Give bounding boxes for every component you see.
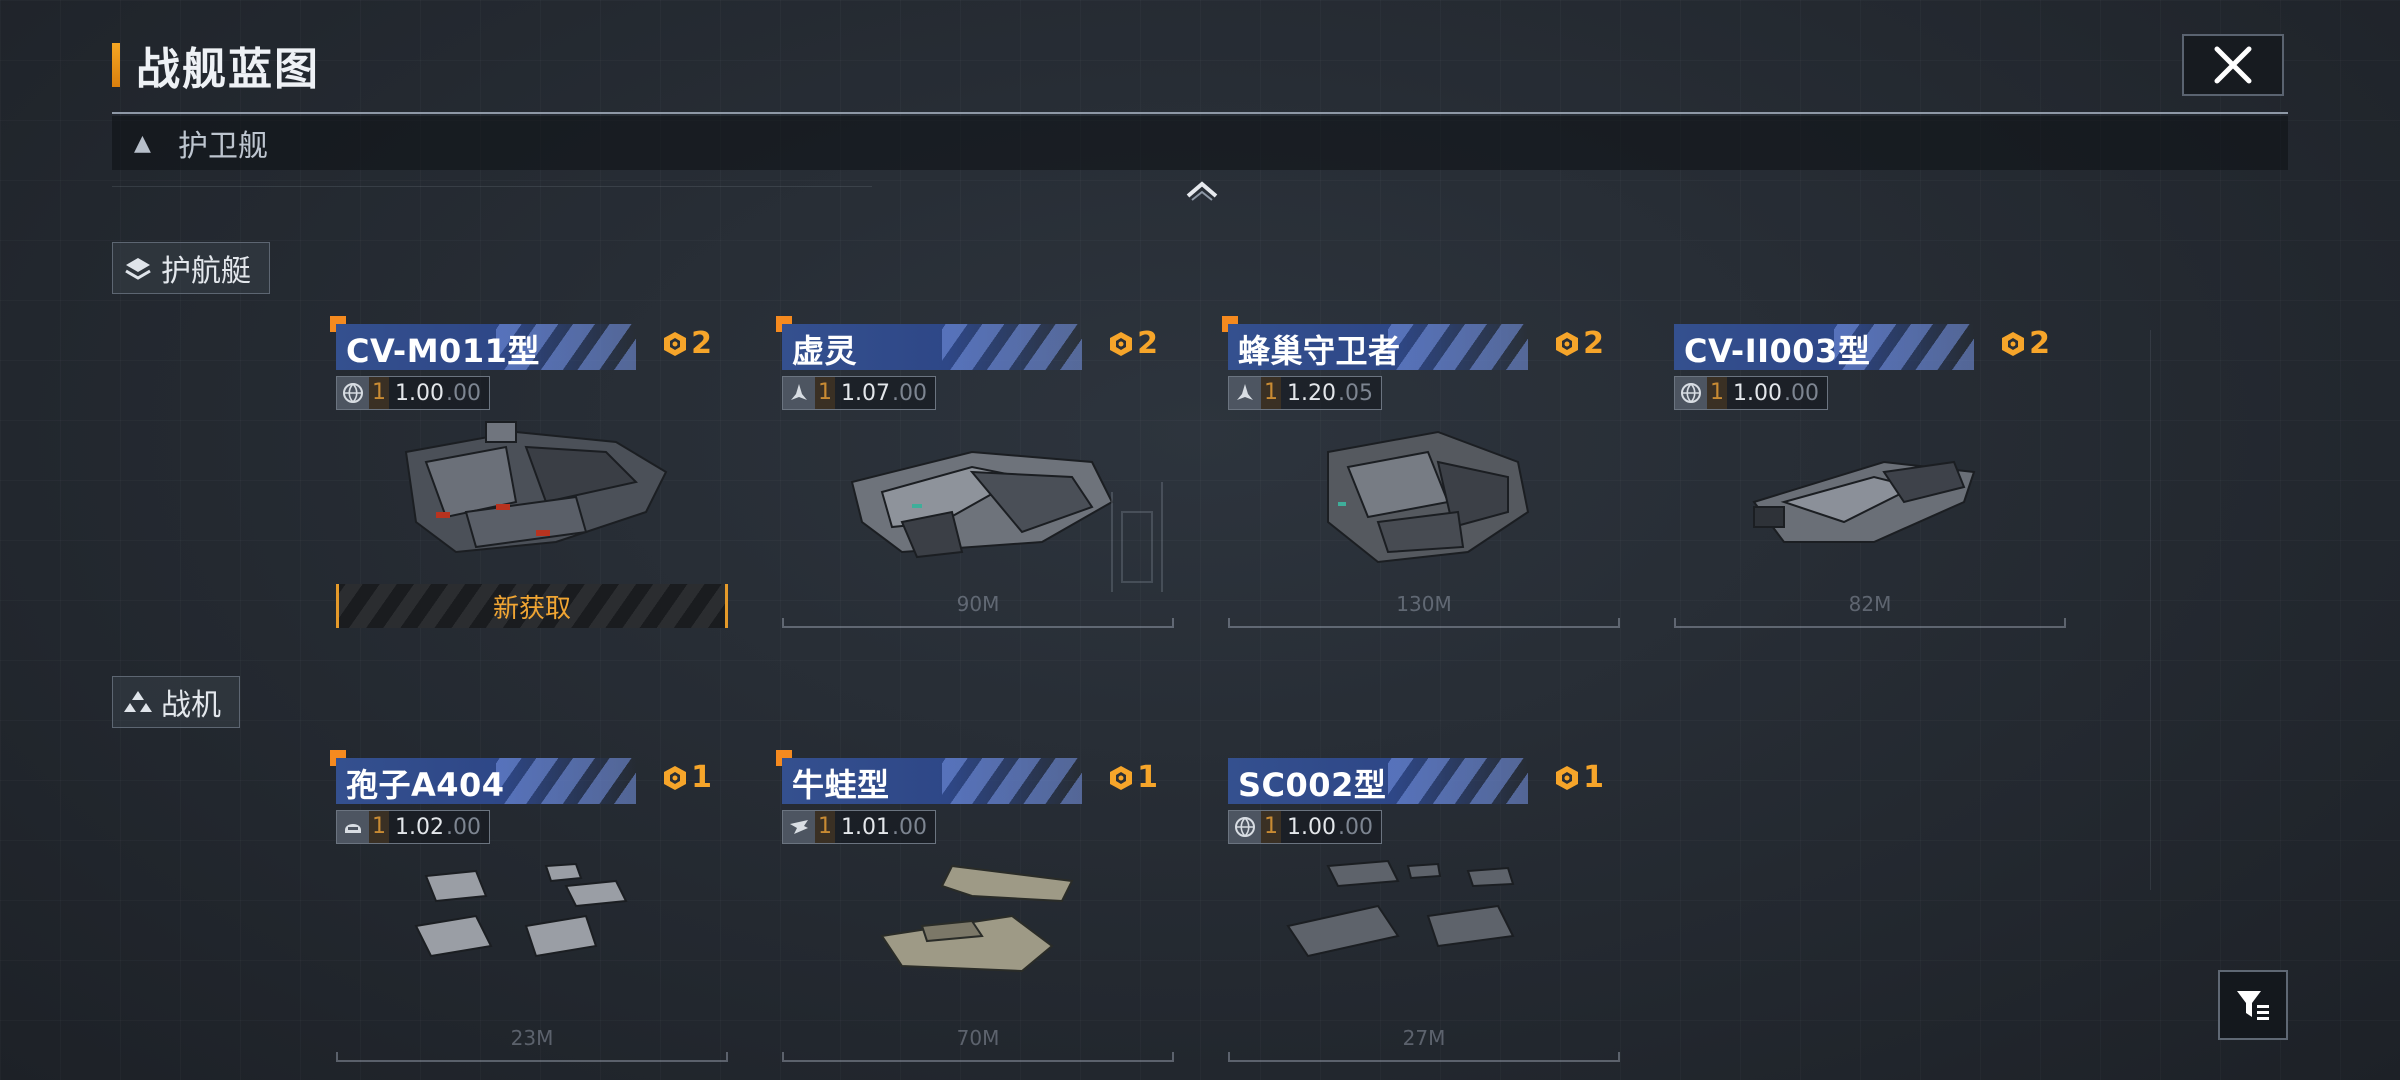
command-cost-icon — [664, 331, 687, 356]
ship-name: CV-M011型 — [346, 332, 540, 370]
cost-badge: 2 — [1107, 326, 1158, 361]
ship-card[interactable]: 牛蛙型 1 1 1.01 .00 70M — [776, 750, 1174, 1062]
ship-length: 90M — [956, 592, 1000, 616]
globe-icon — [1229, 811, 1261, 843]
cost-value: 1 — [691, 760, 712, 795]
squadron-icon — [124, 691, 152, 712]
length-ruler — [1228, 618, 1620, 628]
ship-model-image — [1752, 460, 1976, 543]
page-title: 战舰蓝图 — [136, 44, 320, 95]
ship-name: 孢子A404 — [346, 766, 505, 804]
command-cost-icon — [2002, 331, 2025, 356]
cost-badge: 2 — [1553, 326, 1604, 361]
length-ruler — [782, 618, 1174, 628]
command-cost-icon — [664, 765, 687, 790]
ship-name: 虚灵 — [792, 332, 858, 370]
length-ruler — [1228, 1052, 1620, 1062]
ship-model-image — [880, 864, 1074, 973]
ship-card[interactable]: 虚灵 2 1 1.07 .00 90M — [776, 316, 1174, 628]
ship-length: 27M — [1402, 1026, 1446, 1050]
ship-length: 130M — [1396, 592, 1452, 616]
cost-value: 2 — [691, 326, 712, 361]
ship-card[interactable]: CV-II003型 2 1 1.00 .00 82M — [1674, 322, 2066, 628]
ship-card[interactable]: 孢子A404 1 1 1.02 .00 23M — [330, 750, 728, 1062]
close-button[interactable] — [2182, 34, 2284, 96]
filter-button[interactable] — [2218, 970, 2288, 1040]
filter-icon — [2237, 991, 2269, 1020]
cost-value: 2 — [2029, 326, 2050, 361]
length-ruler — [1674, 618, 2066, 628]
cost-value: 2 — [1137, 326, 1158, 361]
cost-badge: 1 — [1107, 760, 1158, 795]
bg-ruler — [112, 176, 872, 187]
command-cost-icon — [1556, 331, 1579, 356]
bg-ruler — [2140, 330, 2151, 890]
length-ruler — [782, 1052, 1174, 1062]
helmet-icon — [337, 811, 369, 843]
ship-length: 82M — [1848, 592, 1892, 616]
triangle-up-icon: ▲ — [134, 130, 151, 156]
cost-badge: 1 — [661, 760, 712, 795]
globe-icon — [337, 377, 369, 409]
cost-value: 1 — [1137, 760, 1158, 795]
ship-name: 牛蛙型 — [792, 766, 890, 804]
ship-model-image — [1286, 859, 1515, 958]
close-icon — [2214, 46, 2252, 84]
command-cost-icon — [1556, 765, 1579, 790]
section-escort-boats: 护航艇 — [112, 242, 270, 294]
section-label: 护航艇 — [161, 254, 251, 289]
wing-icon — [783, 811, 815, 843]
new-acquired-banner: 新获取 — [336, 584, 728, 628]
ship-card[interactable]: 蜂巢守卫者 2 1 1.20 .05 130M — [1222, 316, 1620, 628]
section-label: 战机 — [161, 688, 221, 723]
cost-value: 2 — [1583, 326, 1604, 361]
collapse-chevron-icon[interactable] — [1184, 176, 1220, 202]
ship-card[interactable]: CV-M011型 2 1 1.00 .00 新获取 — [330, 316, 728, 628]
ship-name: CV-II003型 — [1684, 332, 1871, 370]
category-dropdown[interactable]: ▲ 护卫舰 — [112, 116, 2288, 170]
length-ruler — [336, 1052, 728, 1062]
ship-card[interactable]: SC002型 1 1 1.00 .00 27M — [1228, 756, 1620, 1062]
cost-badge: 2 — [1999, 326, 2050, 361]
cost-badge: 1 — [1553, 760, 1604, 795]
header-divider — [112, 112, 2288, 114]
ship-name: SC002型 — [1238, 766, 1387, 804]
layers-icon — [125, 258, 151, 280]
ship-name: 蜂巢守卫者 — [1238, 332, 1401, 370]
ship-model-image — [1327, 430, 1530, 564]
ship-silhouette-icon — [783, 377, 815, 409]
cost-badge: 2 — [661, 326, 712, 361]
page-title-group: 战舰蓝图 — [112, 38, 320, 95]
ship-model-image — [414, 862, 628, 958]
section-fighters: 战机 — [112, 676, 240, 728]
ship-silhouette-icon — [1229, 377, 1261, 409]
ship-length: 23M — [510, 1026, 554, 1050]
ship-length: 70M — [956, 1026, 1000, 1050]
ship-model-image — [404, 421, 668, 554]
blueprint-decoration — [1111, 482, 1163, 592]
category-label: 护卫舰 — [178, 129, 268, 164]
title-accent-bar — [112, 43, 120, 87]
globe-icon — [1675, 377, 1707, 409]
command-cost-icon — [1110, 331, 1133, 356]
command-cost-icon — [1110, 765, 1133, 790]
cost-value: 1 — [1583, 760, 1604, 795]
